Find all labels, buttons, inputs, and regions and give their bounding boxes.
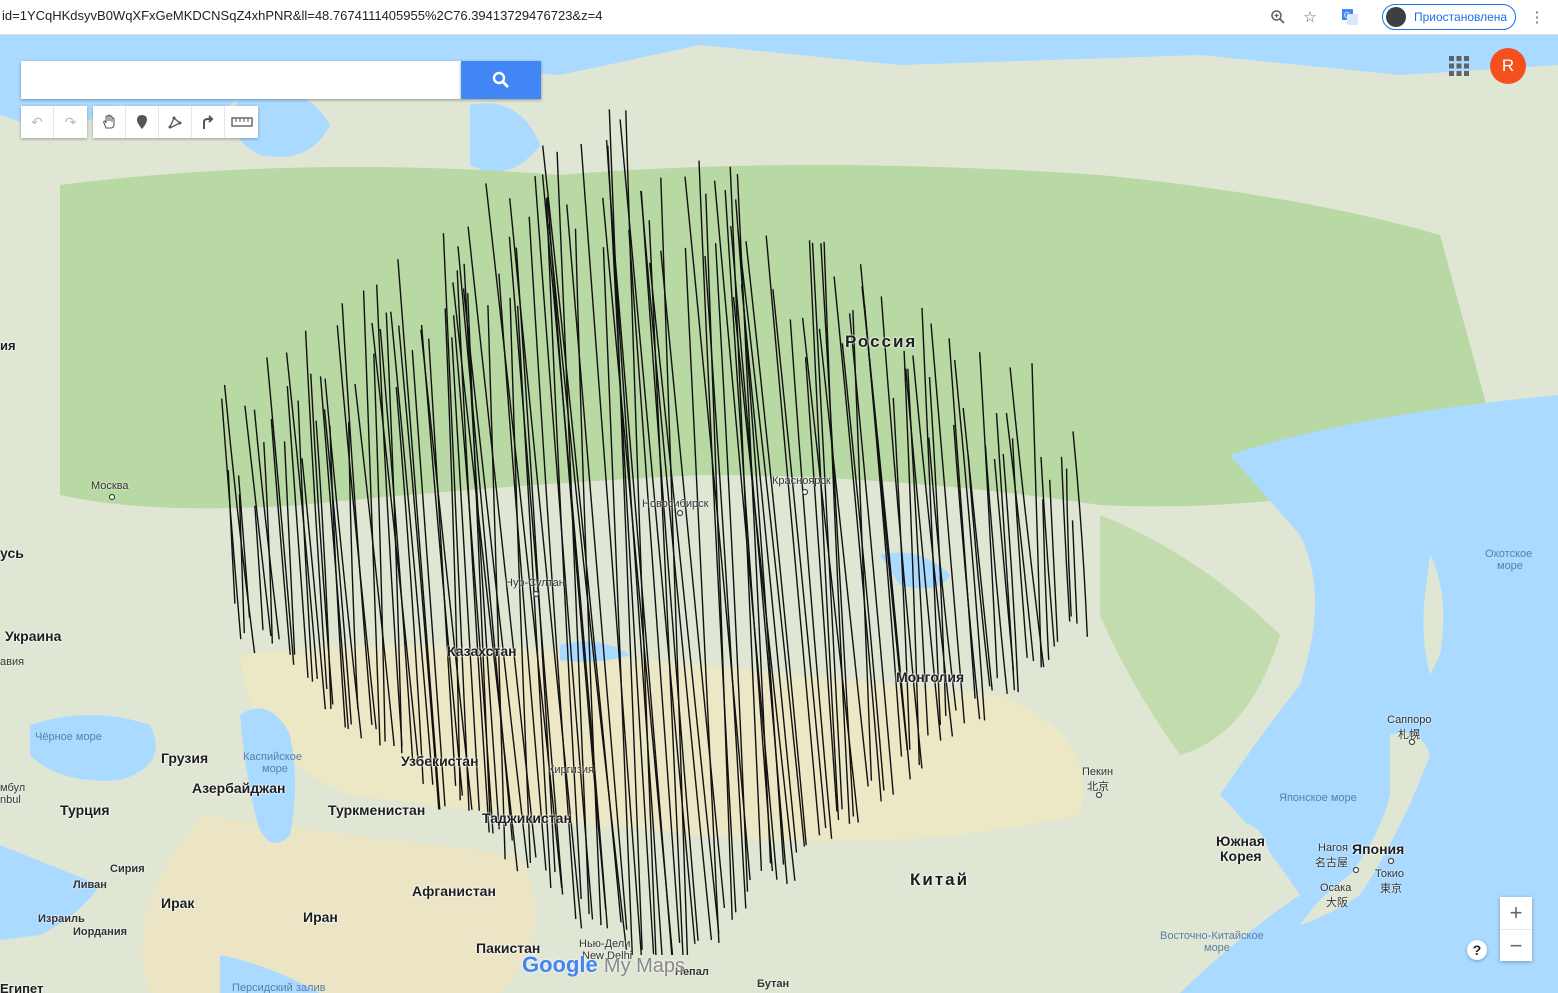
directions-button[interactable]: [192, 106, 225, 138]
redo-button[interactable]: ↷: [54, 106, 87, 138]
directions-icon: [203, 115, 214, 129]
search-icon: [492, 71, 509, 88]
ruler-icon: [230, 117, 253, 127]
apps-grid-icon[interactable]: [1448, 55, 1470, 77]
hand-icon: [103, 114, 115, 129]
redo-icon: ↷: [64, 113, 77, 130]
city-markers: [108, 488, 1416, 874]
pan-button[interactable]: [93, 106, 126, 138]
help-button[interactable]: ?: [1467, 940, 1487, 960]
map-toolbar: ↶ ↷: [21, 106, 264, 138]
account-avatar[interactable]: R: [1490, 48, 1526, 84]
search-input[interactable]: [21, 61, 461, 99]
search-button[interactable]: [461, 61, 541, 99]
google-wordmark: Google: [522, 952, 598, 977]
draw-line-icon: [168, 116, 182, 129]
add-marker-button[interactable]: [126, 106, 159, 138]
zoom-controls: + −: [1500, 897, 1532, 961]
draw-line-button[interactable]: [159, 106, 192, 138]
measure-button[interactable]: [225, 106, 258, 138]
my-maps-wordmark: My Maps: [603, 955, 686, 977]
marker-icon: [137, 115, 147, 129]
undo-icon: ↶: [31, 113, 43, 130]
google-my-maps-logo: Google My Maps: [522, 952, 685, 978]
zoom-out-button[interactable]: −: [1500, 929, 1532, 962]
undo-button[interactable]: ↶: [21, 106, 54, 138]
zoom-in-button[interactable]: +: [1500, 897, 1532, 929]
